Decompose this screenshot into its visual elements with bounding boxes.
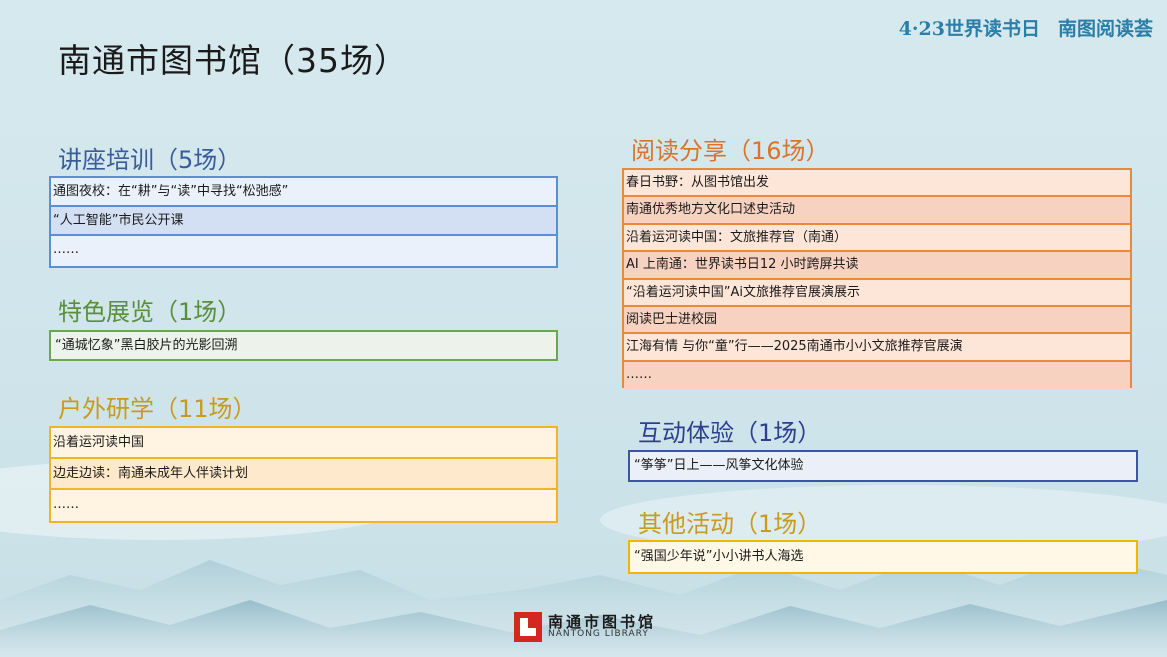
section-title-other: 其他活动（1场）: [638, 510, 822, 538]
list-item[interactable]: 边走边读：南通未成年人伴读计划: [51, 459, 556, 490]
list-item[interactable]: 江海有情 与你“童”行——2025南通市小小文旅推荐官展演: [624, 334, 1130, 362]
list-reading: 春日书野：从图书馆出发 南通优秀地方文化口述史活动 沿着运河读中国：文旅推荐官（…: [622, 168, 1132, 390]
list-item: ……: [624, 361, 1130, 390]
section-title-reading: 阅读分享（16场）: [631, 137, 830, 165]
logo-name-cn: 南通市图书馆: [548, 612, 657, 631]
list-exhibitions: “通城忆象”黑白胶片的光影回溯: [49, 330, 558, 361]
list-item[interactable]: “沿着运河读中国”Ai文旅推荐官展演展示: [624, 280, 1130, 307]
list-lectures: 通图夜校：在“耕”与“读”中寻找“松弛感” “人工智能”市民公开课 ……: [49, 176, 558, 268]
slogan-book-day: 4·23世界读书日: [898, 18, 1040, 40]
list-item[interactable]: 春日书野：从图书馆出发: [624, 170, 1130, 198]
list-item[interactable]: 沿着运河读中国：文旅推荐官（南通）: [624, 225, 1130, 253]
list-item[interactable]: 通图夜校：在“耕”与“读”中寻找“松弛感”: [51, 178, 556, 207]
list-item: ……: [53, 497, 79, 512]
section-title-exhibitions: 特色展览（1场）: [58, 298, 242, 326]
list-item[interactable]: 阅读巴士进校园: [624, 306, 1130, 335]
section-title-outdoor: 户外研学（11场）: [58, 395, 257, 423]
library-logo: 南通市图书馆 NANTONG LIBRARY: [514, 612, 656, 642]
slogan-brand: 南图阅读荟: [1057, 18, 1153, 40]
list-item[interactable]: 南通优秀地方文化口述史活动: [624, 197, 1130, 225]
library-logo-icon: [514, 612, 542, 642]
list-item[interactable]: “通城忆象”黑白胶片的光影回溯: [51, 332, 556, 361]
list-item[interactable]: AI 上南通：世界读书日12 小时跨屏共读: [624, 252, 1130, 280]
logo-name-en: NANTONG LIBRARY: [548, 629, 649, 640]
list-item[interactable]: 沿着运河读中国: [51, 428, 556, 459]
list-outdoor: 沿着运河读中国 边走边读：南通未成年人伴读计划 ……: [49, 426, 558, 523]
list-item: ……: [53, 242, 79, 257]
list-interactive: “筝筝”日上——风筝文化体验: [628, 450, 1138, 482]
section-title-interactive: 互动体验（1场）: [638, 419, 822, 447]
section-title-lectures: 讲座培训（5场）: [58, 146, 242, 174]
page-title: 南通市图书馆（35场）: [58, 41, 408, 80]
list-item[interactable]: “人工智能”市民公开课: [51, 207, 556, 236]
list-item[interactable]: “强国少年说”小小讲书人海选: [630, 542, 1136, 571]
slogan: 4·23世界读书日 南图阅读荟: [899, 14, 1153, 41]
list-other: “强国少年说”小小讲书人海选: [628, 540, 1138, 574]
list-item[interactable]: “筝筝”日上——风筝文化体验: [630, 452, 1136, 481]
